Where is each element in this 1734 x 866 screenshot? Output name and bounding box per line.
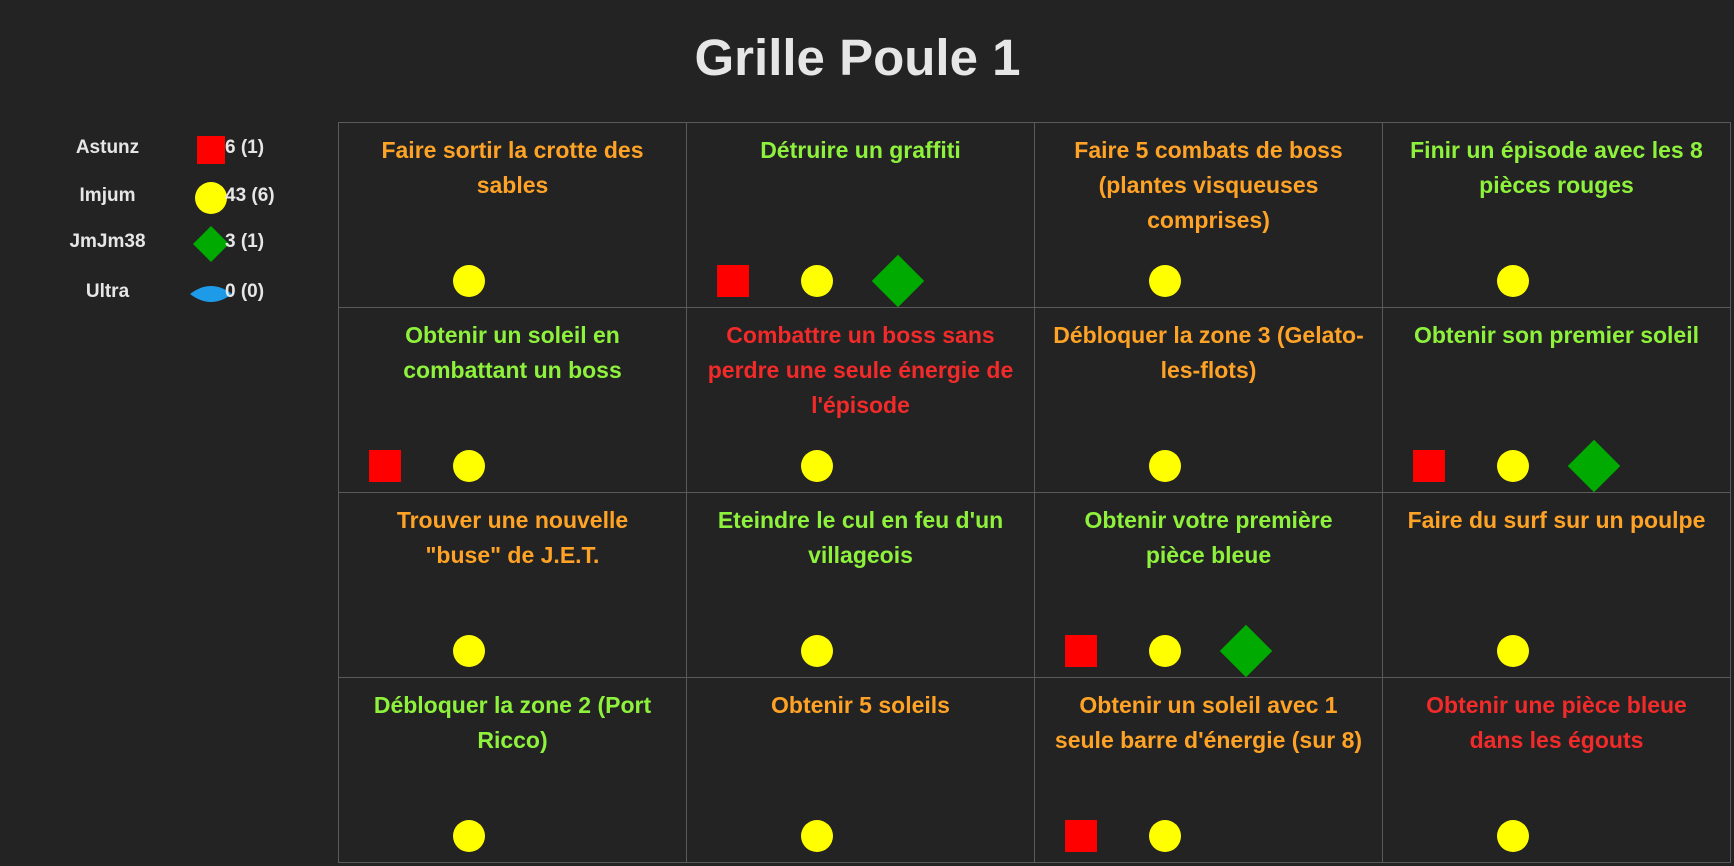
challenge-text: Obtenir un soleil en combattant un boss (403, 322, 622, 383)
red-square-icon (369, 450, 401, 482)
player-name: JmJm38 (69, 231, 146, 252)
legend-row-jmjm38: JmJm38 3 (1) (20, 221, 320, 267)
red-square-icon (1065, 635, 1097, 667)
grid-cell[interactable]: Trouver une nouvelle "buse" de J.E.T. (339, 493, 687, 678)
grid-cell[interactable]: Obtenir 5 soleils (687, 678, 1035, 863)
legend-row-astunz: Astunz 6 (1) (20, 127, 320, 173)
yellow-circle-icon (801, 820, 833, 852)
grid-cell[interactable]: Débloquer la zone 2 (Port Ricco) (339, 678, 687, 863)
yellow-circle-icon (801, 450, 833, 482)
green-diamond-icon (1219, 624, 1273, 678)
yellow-circle-icon (1497, 450, 1529, 482)
player-name: Astunz (75, 137, 140, 158)
yellow-circle-icon (1149, 265, 1181, 297)
legend-row-ultra: Ultra 0 (0) (20, 271, 320, 317)
grid-cell[interactable]: Eteindre le cul en feu d'un villageois (687, 493, 1035, 678)
grid-cell[interactable]: Obtenir son premier soleil (1383, 308, 1731, 493)
grid-cell[interactable]: Obtenir un soleil avec 1 seule barre d'é… (1035, 678, 1383, 863)
challenge-text: Obtenir son premier soleil (1413, 322, 1700, 348)
yellow-circle-icon (1149, 450, 1181, 482)
green-diamond-icon (871, 254, 925, 308)
player-score: 0 (0) (225, 281, 265, 302)
challenge-text: Combattre un boss sans perdre une seule … (707, 322, 1014, 418)
grid-cell[interactable]: Finir un épisode avec les 8 pièces rouge… (1383, 123, 1731, 308)
red-square-icon (717, 265, 749, 297)
challenge-text: Faire sortir la crotte des sables (381, 137, 644, 198)
page-title: Grille Poule 1 (694, 29, 1021, 86)
grid-cell[interactable]: Faire 5 combats de boss (plantes visqueu… (1035, 123, 1383, 308)
yellow-circle-icon (453, 820, 485, 852)
challenge-text: Finir un épisode avec les 8 pièces rouge… (1410, 137, 1703, 198)
yellow-circle-icon (453, 265, 485, 297)
challenge-text: Débloquer la zone 2 (Port Ricco) (373, 692, 652, 753)
grid-cell[interactable]: Détruire un graffiti (687, 123, 1035, 308)
yellow-circle-icon (453, 450, 485, 482)
grid-cell[interactable]: Faire sortir la crotte des sables (339, 123, 687, 308)
yellow-circle-icon (1497, 265, 1529, 297)
grid-cell[interactable]: Faire du surf sur un poulpe (1383, 493, 1731, 678)
challenge-text: Obtenir une pièce bleue dans les égouts (1426, 692, 1687, 753)
grid-cell[interactable]: Obtenir votre première pièce bleue (1035, 493, 1383, 678)
challenge-text: Débloquer la zone 3 (Gelato-les-flots) (1053, 322, 1364, 383)
bingo-grid: Faire sortir la crotte des sables Détruir… (338, 122, 1731, 863)
challenge-text: Faire 5 combats de boss (plantes visqueu… (1074, 137, 1343, 233)
grid-cell[interactable]: Obtenir un soleil en combattant un boss (339, 308, 687, 493)
yellow-circle-icon (1149, 820, 1181, 852)
grid-cell[interactable]: Débloquer la zone 3 (Gelato-les-flots) (1035, 308, 1383, 493)
red-square-icon (1413, 450, 1445, 482)
yellow-circle-icon (801, 265, 833, 297)
player-score: 6 (1) (225, 137, 265, 158)
player-score: 43 (6) (225, 185, 275, 206)
challenge-text: Trouver une nouvelle "buse" de J.E.T. (396, 507, 629, 568)
yellow-circle-icon (801, 635, 833, 667)
challenge-text: Obtenir votre première pièce bleue (1084, 507, 1333, 568)
challenge-text: Obtenir 5 soleils (771, 692, 950, 718)
challenge-text: Obtenir un soleil avec 1 seule barre d'é… (1054, 692, 1363, 753)
yellow-circle-icon (453, 635, 485, 667)
yellow-circle-icon (1497, 820, 1529, 852)
challenge-text: Eteindre le cul en feu d'un villageois (717, 507, 1004, 568)
red-square-icon (1065, 820, 1097, 852)
challenge-text: Faire du surf sur un poulpe (1407, 507, 1706, 533)
yellow-circle-icon (1497, 635, 1529, 667)
player-name: Imjum (79, 185, 136, 206)
grid-cell[interactable]: Combattre un boss sans perdre une seule … (687, 308, 1035, 493)
player-name: Ultra (85, 281, 130, 302)
legend-row-imjum: Imjum 43 (6) (20, 175, 320, 221)
challenge-text: Détruire un graffiti (760, 137, 961, 163)
grid-cell[interactable]: Obtenir une pièce bleue dans les égouts (1383, 678, 1731, 863)
yellow-circle-icon (1149, 635, 1181, 667)
green-diamond-icon (1567, 439, 1621, 493)
player-score: 3 (1) (225, 231, 265, 252)
